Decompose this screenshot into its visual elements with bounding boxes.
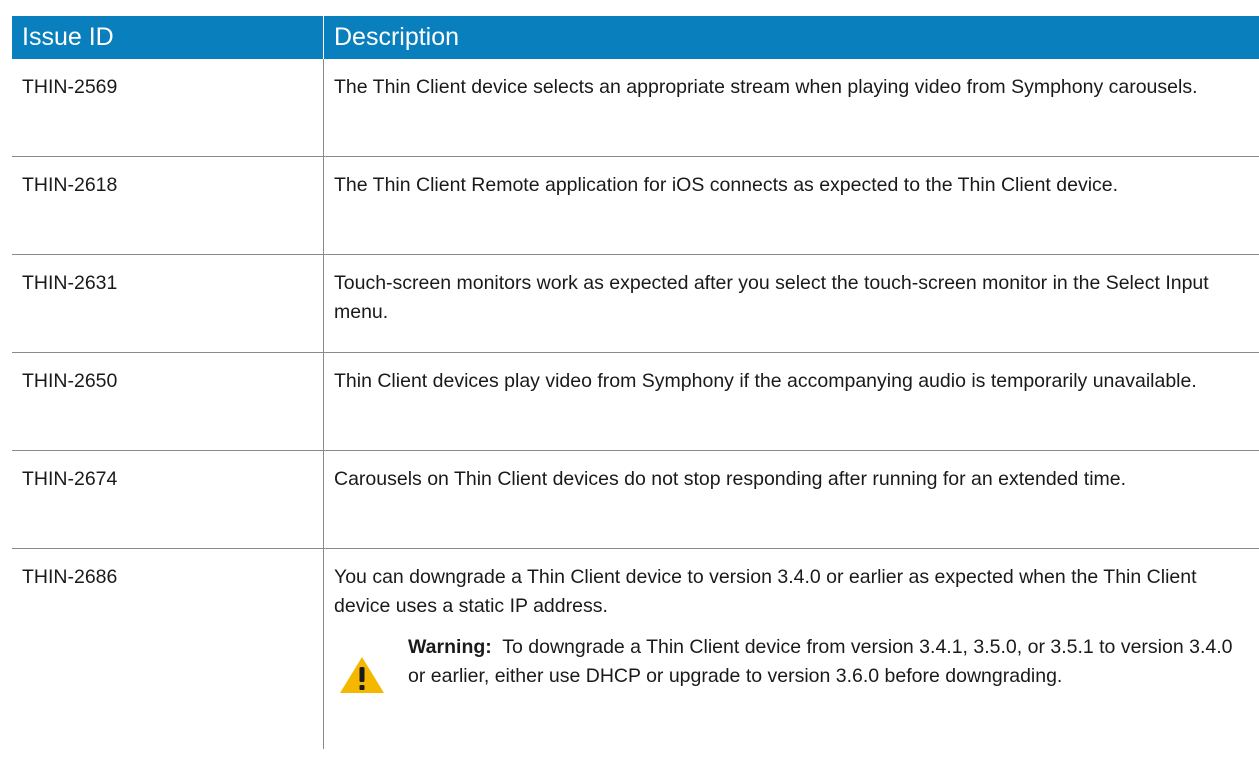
description-cell: The Thin Client Remote application for i…: [334, 174, 1119, 196]
description-cell: Touch-screen monitors work as expected a…: [334, 272, 1209, 323]
description-text: You can downgrade a Thin Client device t…: [334, 566, 1197, 617]
table-row: THIN-2618 The Thin Client Remote applica…: [12, 157, 1259, 255]
warning-label: Warning:: [408, 636, 492, 658]
table-row: THIN-2686 You can downgrade a Thin Clien…: [12, 549, 1259, 749]
description-cell: The Thin Client device selects an approp…: [334, 76, 1198, 98]
issues-table: Issue ID Description THIN-2569 The Thin …: [12, 16, 1259, 749]
table-row: THIN-2674 Carousels on Thin Client devic…: [12, 451, 1259, 549]
description-cell: Carousels on Thin Client devices do not …: [334, 468, 1127, 490]
description-cell: Thin Client devices play video from Symp…: [334, 370, 1197, 392]
issue-id-cell: THIN-2618: [12, 157, 324, 254]
issue-id-cell: THIN-2674: [12, 451, 324, 548]
warning-text: Warning: To downgrade a Thin Client devi…: [408, 633, 1249, 695]
description-cell: You can downgrade a Thin Client device t…: [324, 549, 1259, 749]
warning-note: Warning: To downgrade a Thin Client devi…: [334, 633, 1249, 695]
issue-id-cell: THIN-2569: [12, 59, 324, 156]
table-row: THIN-2569 The Thin Client device selects…: [12, 59, 1259, 157]
issue-id-cell: THIN-2650: [12, 353, 324, 450]
warning-triangle-icon: [338, 655, 386, 695]
header-issue-id: Issue ID: [12, 16, 324, 59]
issue-id-cell: THIN-2686: [12, 549, 324, 749]
header-description: Description: [334, 23, 460, 51]
table-row: THIN-2650 Thin Client devices play video…: [12, 353, 1259, 451]
table-header: Issue ID Description: [12, 16, 1259, 59]
issue-id-cell: THIN-2631: [12, 255, 324, 352]
warning-body: To downgrade a Thin Client device from v…: [408, 636, 1233, 687]
table-row: THIN-2631 Touch-screen monitors work as …: [12, 255, 1259, 353]
